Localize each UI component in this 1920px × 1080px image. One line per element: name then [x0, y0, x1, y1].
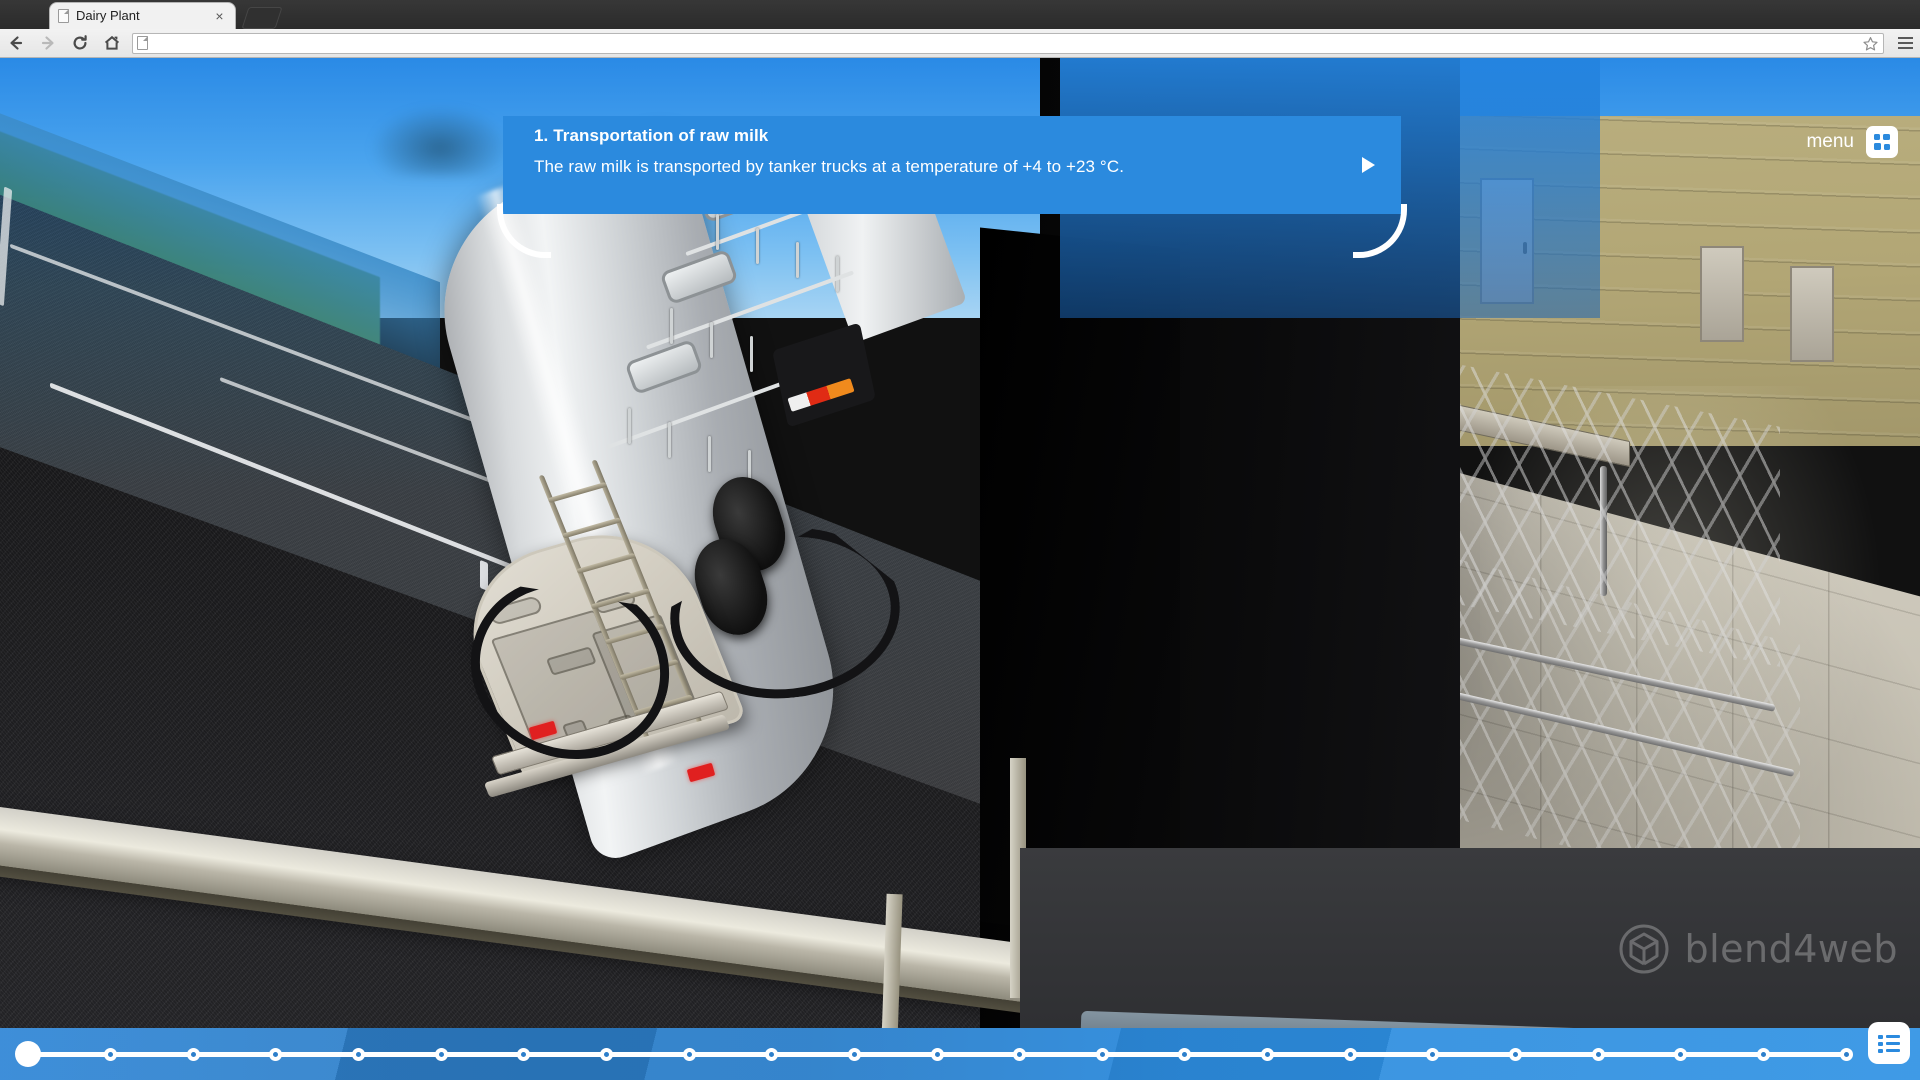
handrail-post [668, 422, 671, 458]
timeline-step-dot[interactable] [1839, 1047, 1853, 1061]
timeline-step-dot[interactable] [682, 1047, 696, 1061]
timeline-step-dot[interactable] [15, 1041, 41, 1067]
timeline-step-dot[interactable] [352, 1047, 366, 1061]
timeline-step-dot[interactable] [1426, 1047, 1440, 1061]
mud-flap [772, 322, 876, 428]
webgl-viewport[interactable]: blend4web 1. Transportation of raw milk … [0, 58, 1920, 1080]
grid-squares-icon[interactable] [1866, 126, 1898, 158]
handrail-post [796, 242, 799, 278]
next-step-arrow-icon[interactable] [1355, 152, 1381, 178]
tab-strip: Dairy Plant × [0, 0, 1920, 29]
timeline-step-dot[interactable] [930, 1047, 944, 1061]
step-info-panel: 1. Transportation of raw milk The raw mi… [497, 116, 1407, 258]
step-description: The raw milk is transported by tanker tr… [534, 157, 1125, 176]
back-arrow-icon[interactable] [0, 29, 32, 58]
ladder-rung [547, 481, 608, 504]
handrail-post [716, 214, 719, 250]
timeline-step-dot[interactable] [1674, 1047, 1688, 1061]
menu-button[interactable]: menu [1806, 126, 1898, 158]
page-icon [58, 9, 69, 23]
browser-tab[interactable]: Dairy Plant × [50, 3, 235, 29]
timeline-step-dot[interactable] [517, 1047, 531, 1061]
handrail-post [750, 336, 753, 372]
interior-window [1790, 266, 1834, 362]
timeline-step-dot[interactable] [1013, 1047, 1027, 1061]
interior-window [1700, 246, 1744, 342]
distant-tree [370, 106, 510, 176]
timeline-step-dot[interactable] [1591, 1047, 1605, 1061]
browser-toolbar [0, 29, 1920, 58]
forward-arrow-icon[interactable] [32, 29, 64, 58]
tab-title: Dairy Plant [76, 8, 140, 23]
timeline-step-dot[interactable] [104, 1047, 118, 1061]
timeline-step-dot[interactable] [1508, 1047, 1522, 1061]
timeline-step-dot[interactable] [1343, 1047, 1357, 1061]
timeline-step-dot[interactable] [1095, 1047, 1109, 1061]
handrail-post [756, 228, 759, 264]
page-icon [137, 36, 148, 50]
ladder-rung [561, 517, 622, 539]
timeline-step-dot[interactable] [847, 1047, 861, 1061]
new-tab-button[interactable] [241, 7, 283, 29]
close-icon[interactable]: × [212, 9, 227, 24]
step-title: 1. Transportation of raw milk [534, 126, 769, 145]
steps-timeline[interactable] [0, 1022, 1920, 1080]
star-icon[interactable] [1862, 36, 1879, 58]
ladder-rung [576, 552, 636, 574]
timeline-steps [0, 1028, 1920, 1080]
timeline-step-dot[interactable] [599, 1047, 613, 1061]
handrail-post [836, 256, 839, 292]
home-icon[interactable] [96, 29, 128, 58]
reload-icon[interactable] [64, 29, 96, 58]
browser-chrome: Dairy Plant × [0, 0, 1920, 58]
timeline-step-dot[interactable] [1261, 1047, 1275, 1061]
handrail-post [710, 322, 713, 358]
milk-tanker-truck[interactable] [416, 132, 1140, 866]
handrail-post [670, 308, 673, 344]
menu-label: menu [1806, 131, 1854, 152]
steps-list-icon[interactable] [1868, 1022, 1910, 1064]
handrail-post [708, 436, 711, 472]
timeline-step-dot[interactable] [186, 1047, 200, 1061]
hamburger-icon[interactable] [1890, 29, 1920, 58]
timeline-step-dot[interactable] [1756, 1047, 1770, 1061]
handrail-post [628, 408, 631, 444]
timeline-step-dot[interactable] [1178, 1047, 1192, 1061]
address-bar[interactable] [132, 32, 1884, 54]
timeline-step-dot[interactable] [434, 1047, 448, 1061]
timeline-step-dot[interactable] [269, 1047, 283, 1061]
timeline-step-dot[interactable] [765, 1047, 779, 1061]
